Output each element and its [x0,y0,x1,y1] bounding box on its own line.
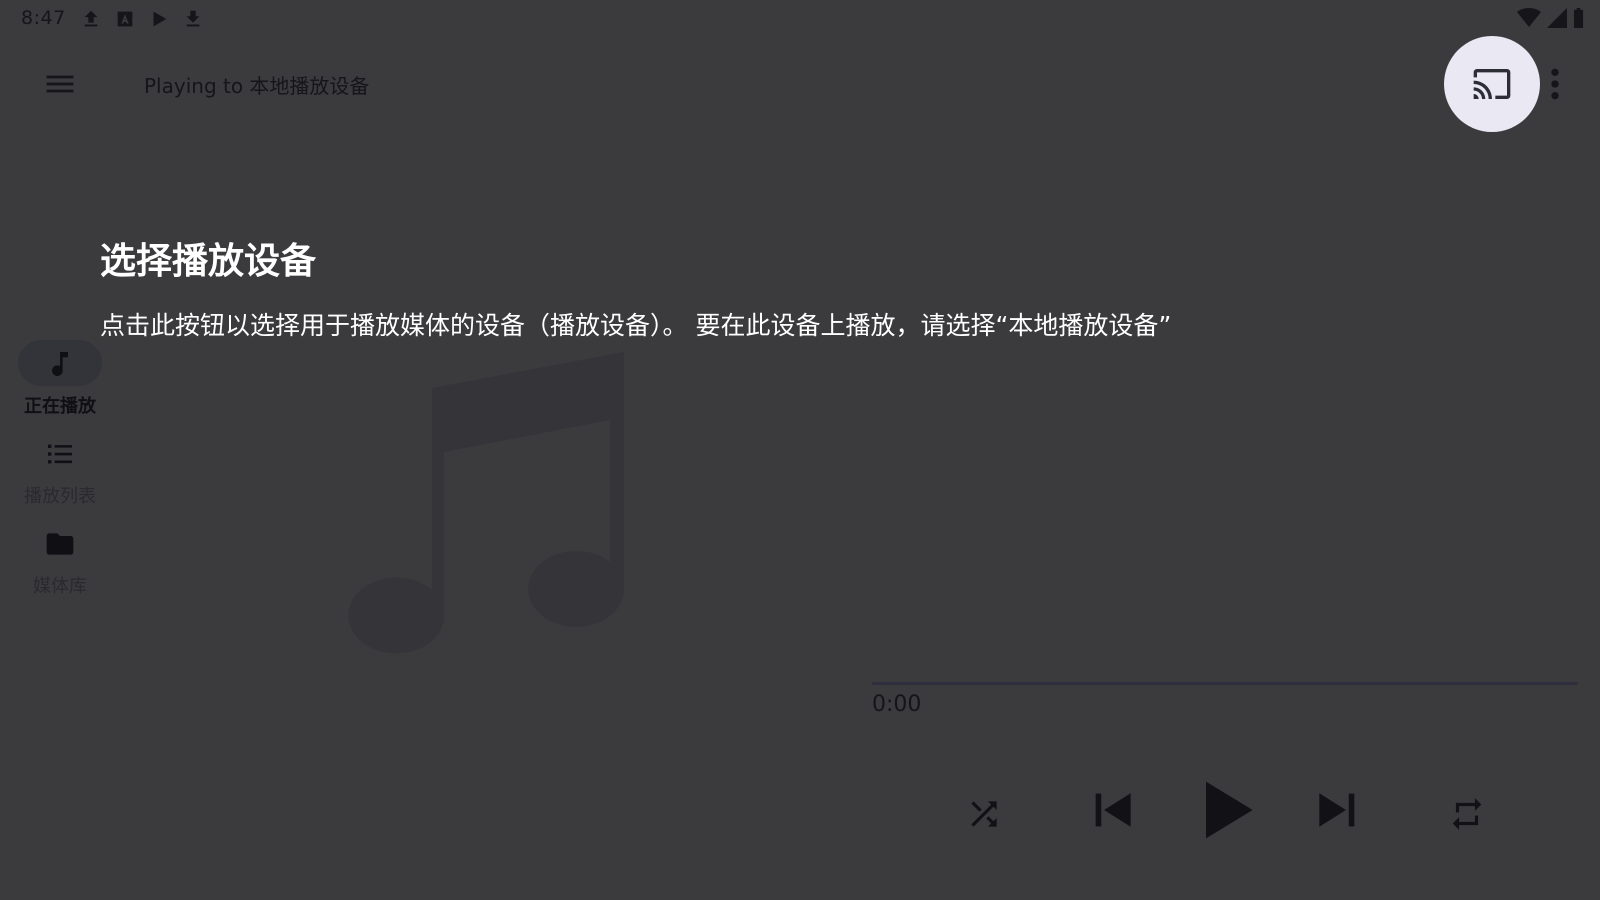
showcase-description: 点击此按钮以选择用于播放媒体的设备（播放设备）。 要在此设备上播放，请选择“本地… [100,311,1172,340]
app-root: 8:47 Playing to 本地播放设备 正在播放 播放列表 媒体库 0:0… [0,0,1600,900]
feature-showcase-overlay[interactable]: 选择播放设备 点击此按钮以选择用于播放媒体的设备（播放设备）。 要在此设备上播放… [0,0,1600,900]
cast-button[interactable] [1444,36,1540,132]
showcase-title: 选择播放设备 [100,241,317,282]
cast-icon [1473,69,1511,99]
